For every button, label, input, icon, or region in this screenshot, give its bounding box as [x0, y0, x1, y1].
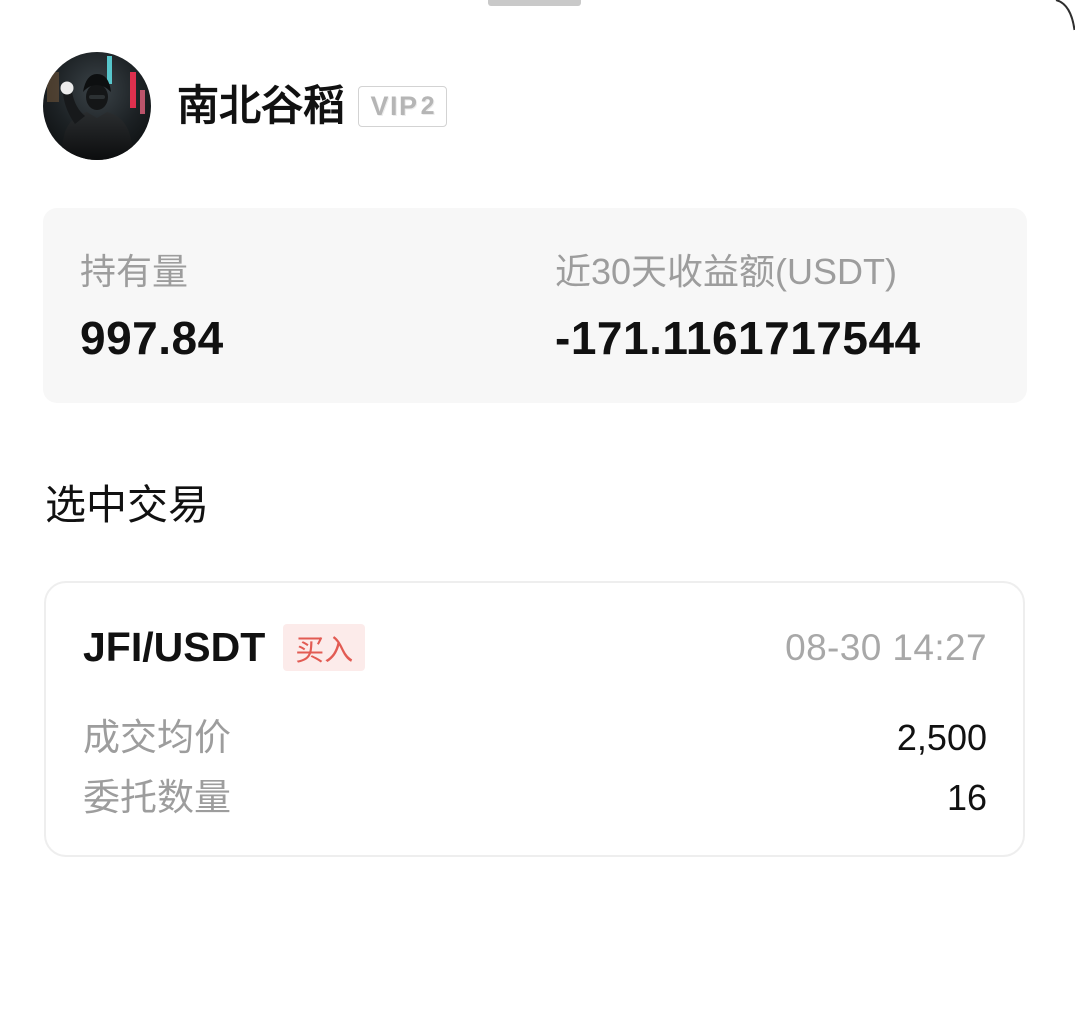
- stat-pnl-30d-label: 近30天收益额(USDT): [555, 251, 898, 292]
- vip-badge-prefix: VIP: [370, 91, 419, 121]
- avatar-photo: [43, 52, 151, 160]
- section-title: 选中交易: [45, 482, 209, 528]
- trade-detail-rows: 成交均价 2,500 委托数量 16: [83, 708, 987, 828]
- avatar-neon-pink: [140, 90, 145, 114]
- trade-row-label: 成交均价: [83, 717, 231, 758]
- avatar-window-light: [47, 72, 59, 102]
- trade-side-badge: 买入: [283, 624, 366, 671]
- vip-badge: VIP 2: [358, 85, 448, 127]
- avatar-held-card: [60, 81, 74, 95]
- avatar-neon-red: [130, 72, 136, 108]
- user-avatar[interactable]: [43, 52, 151, 160]
- profile-header: 南北谷稻 VIP 2: [43, 52, 448, 160]
- holdings-stats-card: 持有量 997.84 近30天收益额(USDT) -171.1161717544: [43, 208, 1027, 403]
- stat-pnl-30d: 近30天收益额(USDT) -171.1161717544: [555, 251, 921, 364]
- stat-holdings-value: 997.84: [80, 312, 224, 364]
- stat-pnl-30d-value: -171.1161717544: [555, 312, 921, 364]
- trade-row-value: 16: [946, 777, 987, 818]
- trade-time: 08-30 14:27: [785, 627, 987, 668]
- avatar-neon-cyan: [107, 56, 112, 84]
- stat-holdings-label: 持有量: [80, 251, 189, 292]
- trade-row-value: 2,500: [896, 717, 987, 758]
- trade-row-avg-price: 成交均价 2,500: [83, 708, 987, 768]
- user-name: 南北谷稻: [177, 82, 346, 129]
- vip-badge-level: 2: [420, 92, 435, 120]
- trade-row-order-qty: 委托数量 16: [83, 768, 987, 828]
- trade-header: JFI/USDT 买入 08-30 14:27: [83, 624, 987, 671]
- trade-pair: JFI/USDT: [83, 624, 266, 670]
- stat-holdings: 持有量 997.84: [80, 251, 224, 364]
- sheet-corner-line: [1055, 0, 1075, 31]
- selected-trade-card[interactable]: JFI/USDT 买入 08-30 14:27 成交均价 2,500 委托数量 …: [44, 581, 1025, 857]
- sheet-corner-edge: [1055, 0, 1075, 31]
- sheet-drag-handle[interactable]: [488, 0, 581, 6]
- trade-row-label: 委托数量: [83, 777, 231, 818]
- avatar-figure-mask: [89, 95, 105, 99]
